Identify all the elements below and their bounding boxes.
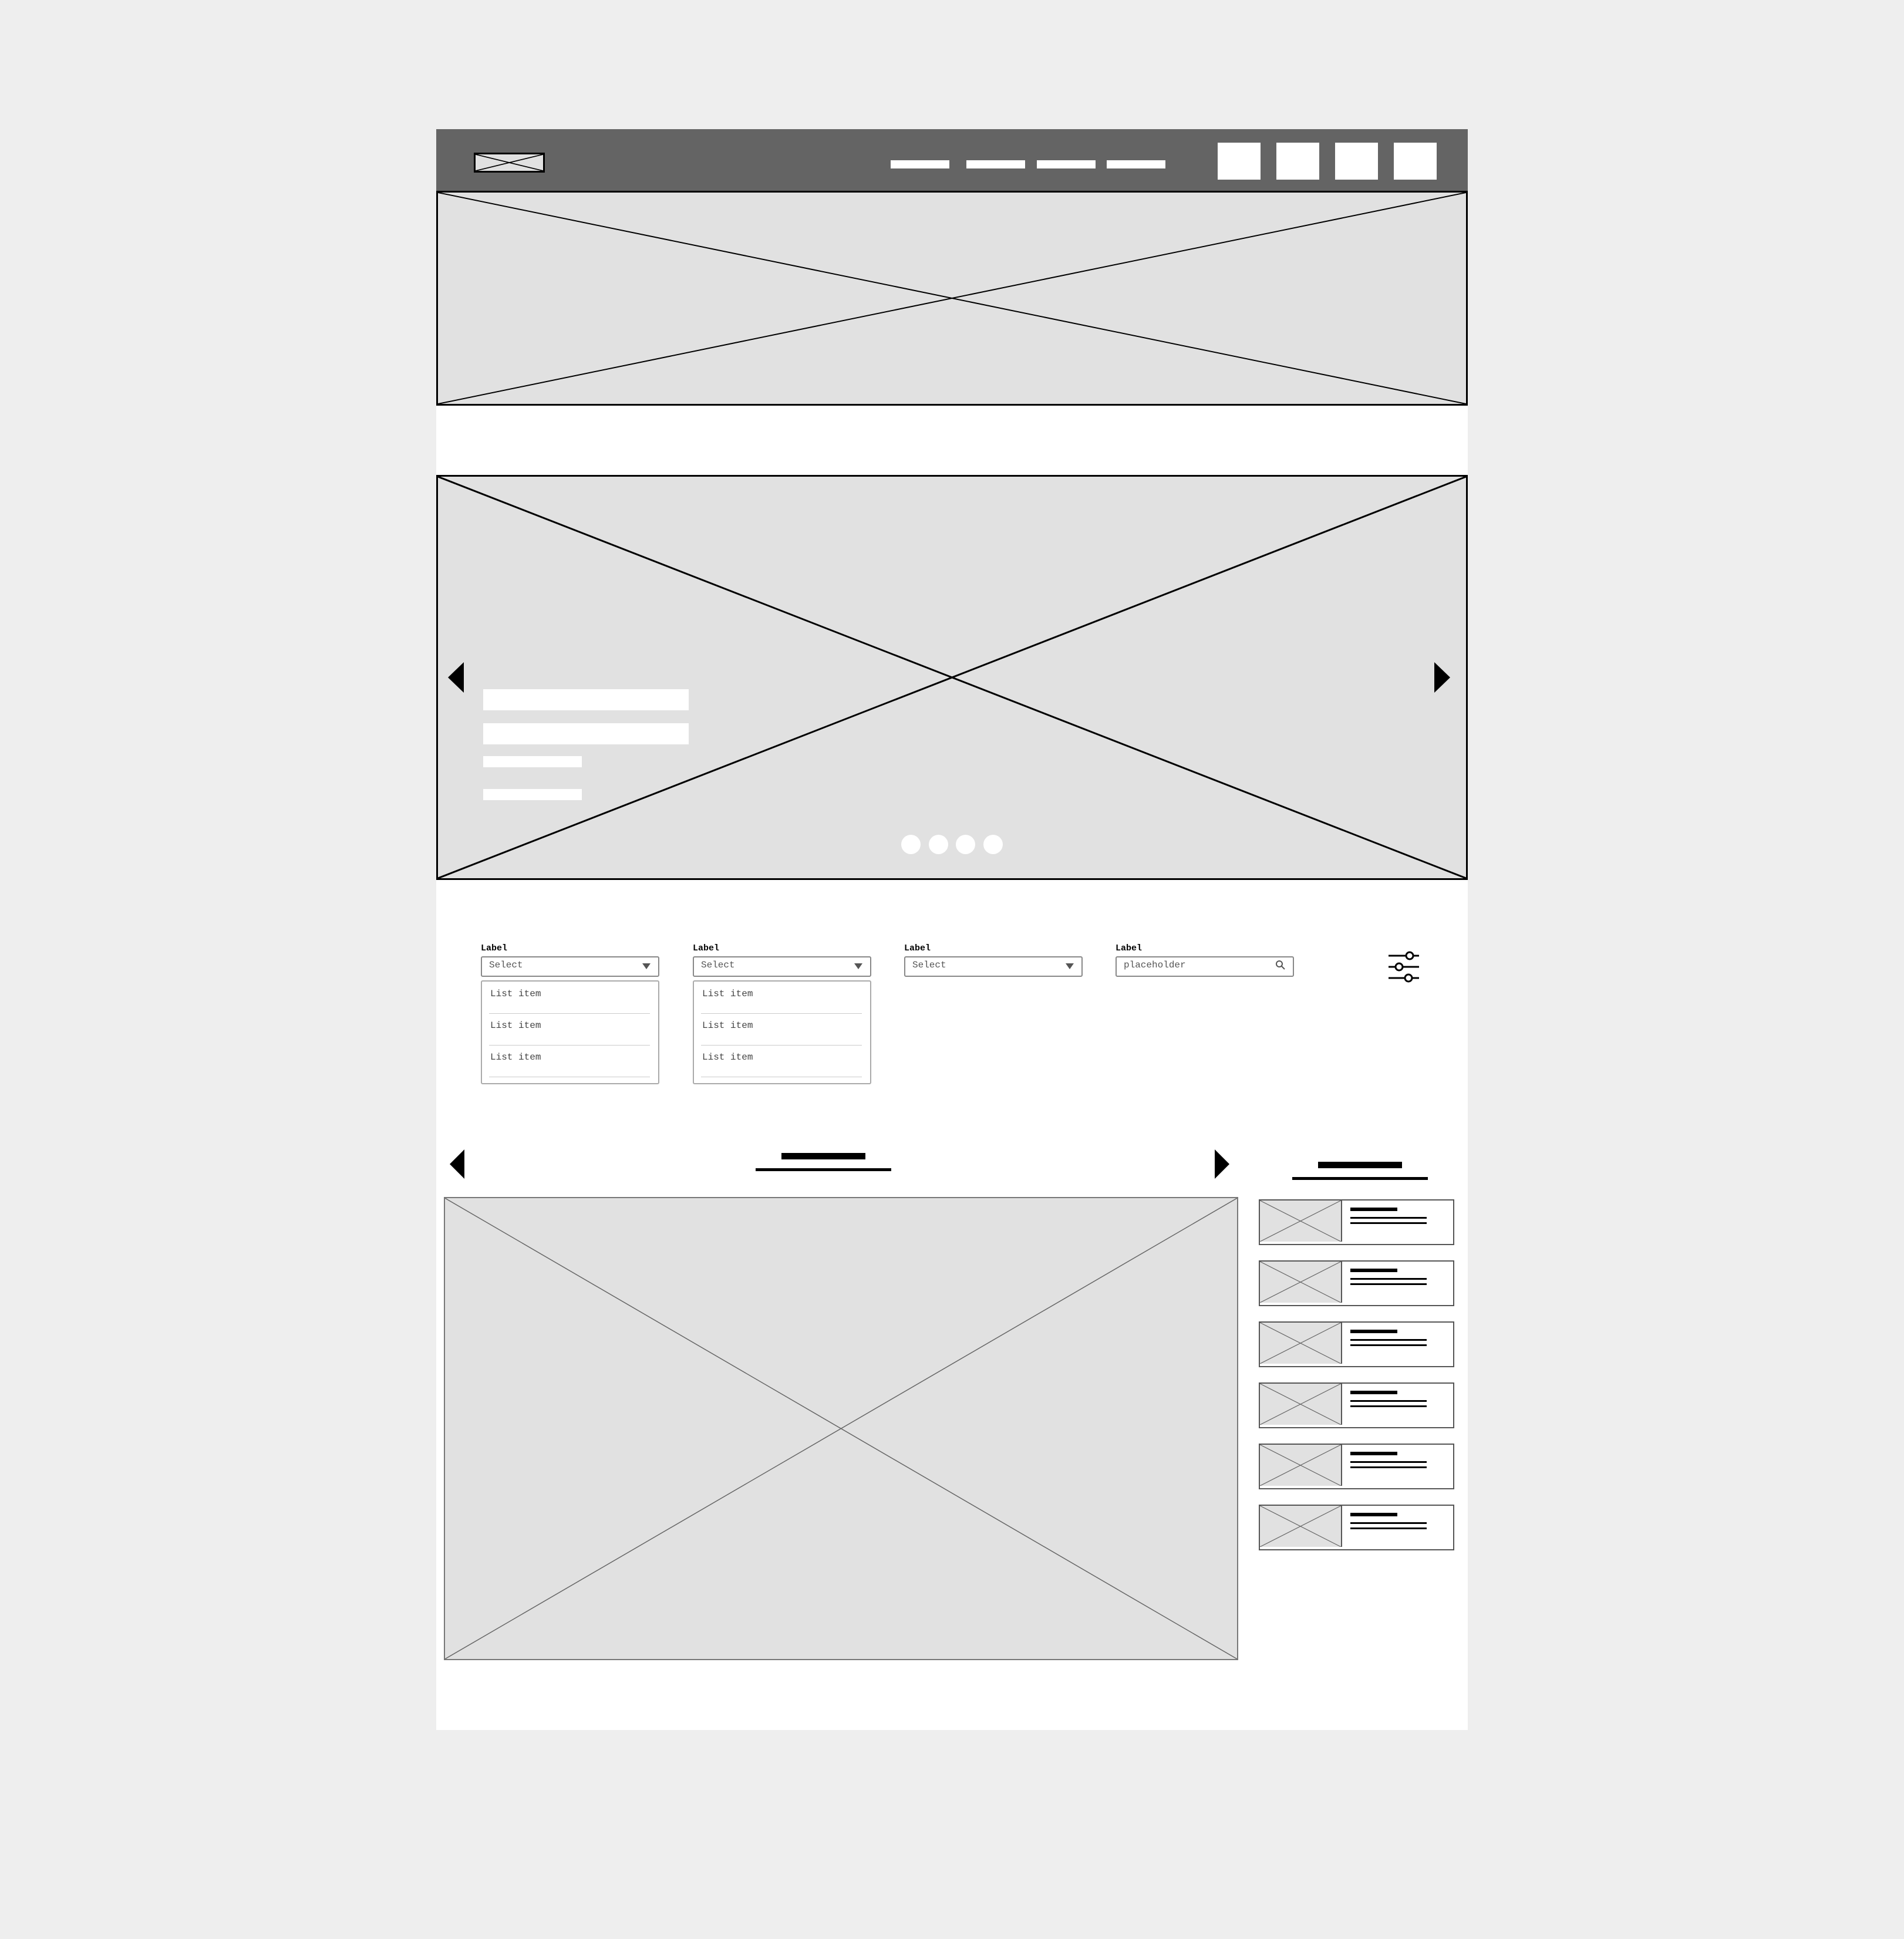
- gallery-title: [781, 1153, 865, 1159]
- card-text-line: [1350, 1527, 1427, 1529]
- hero-headline-line-1: [483, 689, 689, 710]
- select-field-3[interactable]: Select: [904, 956, 1083, 977]
- field-label-4: Label: [1116, 943, 1143, 953]
- header-icon-button-3[interactable]: [1335, 143, 1378, 180]
- dropdown-menu-1: List item List item List item: [481, 980, 659, 1084]
- select-field-2[interactable]: Select: [693, 956, 871, 977]
- card-text-line: [1350, 1339, 1427, 1341]
- image-placeholder-icon: [438, 193, 1466, 404]
- chevron-down-icon: [854, 963, 862, 969]
- side-list-card[interactable]: [1259, 1199, 1454, 1245]
- hero-cta[interactable]: [483, 789, 582, 800]
- gallery-image: [444, 1197, 1238, 1660]
- nav-link-1[interactable]: [891, 160, 949, 168]
- card-title: [1350, 1513, 1397, 1516]
- hero-carousel: [436, 475, 1468, 880]
- side-list-card[interactable]: [1259, 1260, 1454, 1306]
- header-icon-button-4[interactable]: [1394, 143, 1437, 180]
- card-text-line: [1350, 1344, 1427, 1346]
- header-icon-button-1[interactable]: [1218, 143, 1261, 180]
- carousel-dot-1[interactable]: [901, 835, 921, 854]
- hero-subtext: [483, 756, 582, 767]
- select-value: Select: [701, 960, 735, 970]
- field-label-3: Label: [904, 943, 931, 953]
- image-placeholder-icon: [438, 477, 1466, 878]
- card-text-line: [1350, 1217, 1427, 1219]
- sliders-icon[interactable]: [1386, 950, 1421, 984]
- card-text-line: [1350, 1400, 1427, 1402]
- list-item[interactable]: List item: [701, 1013, 862, 1046]
- header-icon-button-2[interactable]: [1276, 143, 1319, 180]
- search-input[interactable]: placeholder: [1116, 956, 1294, 977]
- card-thumbnail: [1260, 1323, 1342, 1364]
- hero-headline-line-2: [483, 723, 689, 744]
- triangle-right-icon[interactable]: [1215, 1149, 1229, 1179]
- nav-link-3[interactable]: [1037, 160, 1096, 168]
- image-placeholder-icon: [1260, 1506, 1341, 1547]
- top-navbar: [436, 129, 1468, 191]
- card-text-line: [1350, 1466, 1427, 1468]
- chevron-down-icon: [642, 963, 651, 969]
- card-text-line: [1350, 1222, 1427, 1224]
- image-placeholder-icon: [1260, 1201, 1341, 1242]
- card-thumbnail: [1260, 1262, 1342, 1303]
- side-list-card[interactable]: [1259, 1382, 1454, 1428]
- image-placeholder-icon: [1260, 1262, 1341, 1303]
- card-text-line: [1350, 1278, 1427, 1280]
- image-placeholder-icon: [445, 1198, 1237, 1659]
- dropdown-menu-2: List item List item List item: [693, 980, 871, 1084]
- banner-image: [436, 191, 1468, 406]
- select-value: Select: [912, 960, 946, 970]
- card-title: [1350, 1330, 1397, 1333]
- select-field-1[interactable]: Select: [481, 956, 659, 977]
- search-icon: [1276, 960, 1285, 970]
- list-item[interactable]: List item: [701, 982, 862, 1014]
- card-title: [1350, 1208, 1397, 1211]
- carousel-dot-3[interactable]: [956, 835, 975, 854]
- image-placeholder-icon: [1260, 1323, 1341, 1364]
- carousel-dot-2[interactable]: [929, 835, 948, 854]
- chevron-down-icon: [1066, 963, 1074, 969]
- side-list-card[interactable]: [1259, 1505, 1454, 1550]
- select-value: Select: [489, 960, 523, 970]
- side-list-card[interactable]: [1259, 1444, 1454, 1489]
- card-title: [1350, 1269, 1397, 1272]
- card-title: [1350, 1452, 1397, 1455]
- card-thumbnail: [1260, 1506, 1342, 1547]
- side-list-title: [1318, 1162, 1402, 1168]
- list-item[interactable]: List item: [489, 1045, 650, 1077]
- image-placeholder-icon: [1260, 1445, 1341, 1486]
- field-label-1: Label: [481, 943, 508, 953]
- search-placeholder: placeholder: [1124, 960, 1186, 970]
- gallery-title-underline: [756, 1168, 891, 1171]
- card-text-line: [1350, 1283, 1427, 1285]
- nav-link-2[interactable]: [966, 160, 1025, 168]
- list-item[interactable]: List item: [489, 982, 650, 1014]
- card-thumbnail: [1260, 1384, 1342, 1425]
- field-label-2: Label: [693, 943, 720, 953]
- nav-link-4[interactable]: [1107, 160, 1165, 168]
- triangle-right-icon[interactable]: [1434, 662, 1450, 693]
- side-list-title-underline: [1292, 1177, 1428, 1180]
- list-item[interactable]: List item: [701, 1045, 862, 1077]
- triangle-left-icon[interactable]: [448, 662, 464, 693]
- list-item[interactable]: List item: [489, 1013, 650, 1046]
- logo[interactable]: [474, 153, 545, 173]
- image-placeholder-icon: [476, 154, 543, 171]
- carousel-dot-4[interactable]: [983, 835, 1003, 854]
- side-list-card[interactable]: [1259, 1321, 1454, 1367]
- card-title: [1350, 1391, 1397, 1394]
- card-thumbnail: [1260, 1445, 1342, 1486]
- card-text-line: [1350, 1405, 1427, 1407]
- card-thumbnail: [1260, 1201, 1342, 1242]
- image-placeholder-icon: [1260, 1384, 1341, 1425]
- card-text-line: [1350, 1522, 1427, 1524]
- triangle-left-icon[interactable]: [450, 1149, 464, 1179]
- card-text-line: [1350, 1461, 1427, 1463]
